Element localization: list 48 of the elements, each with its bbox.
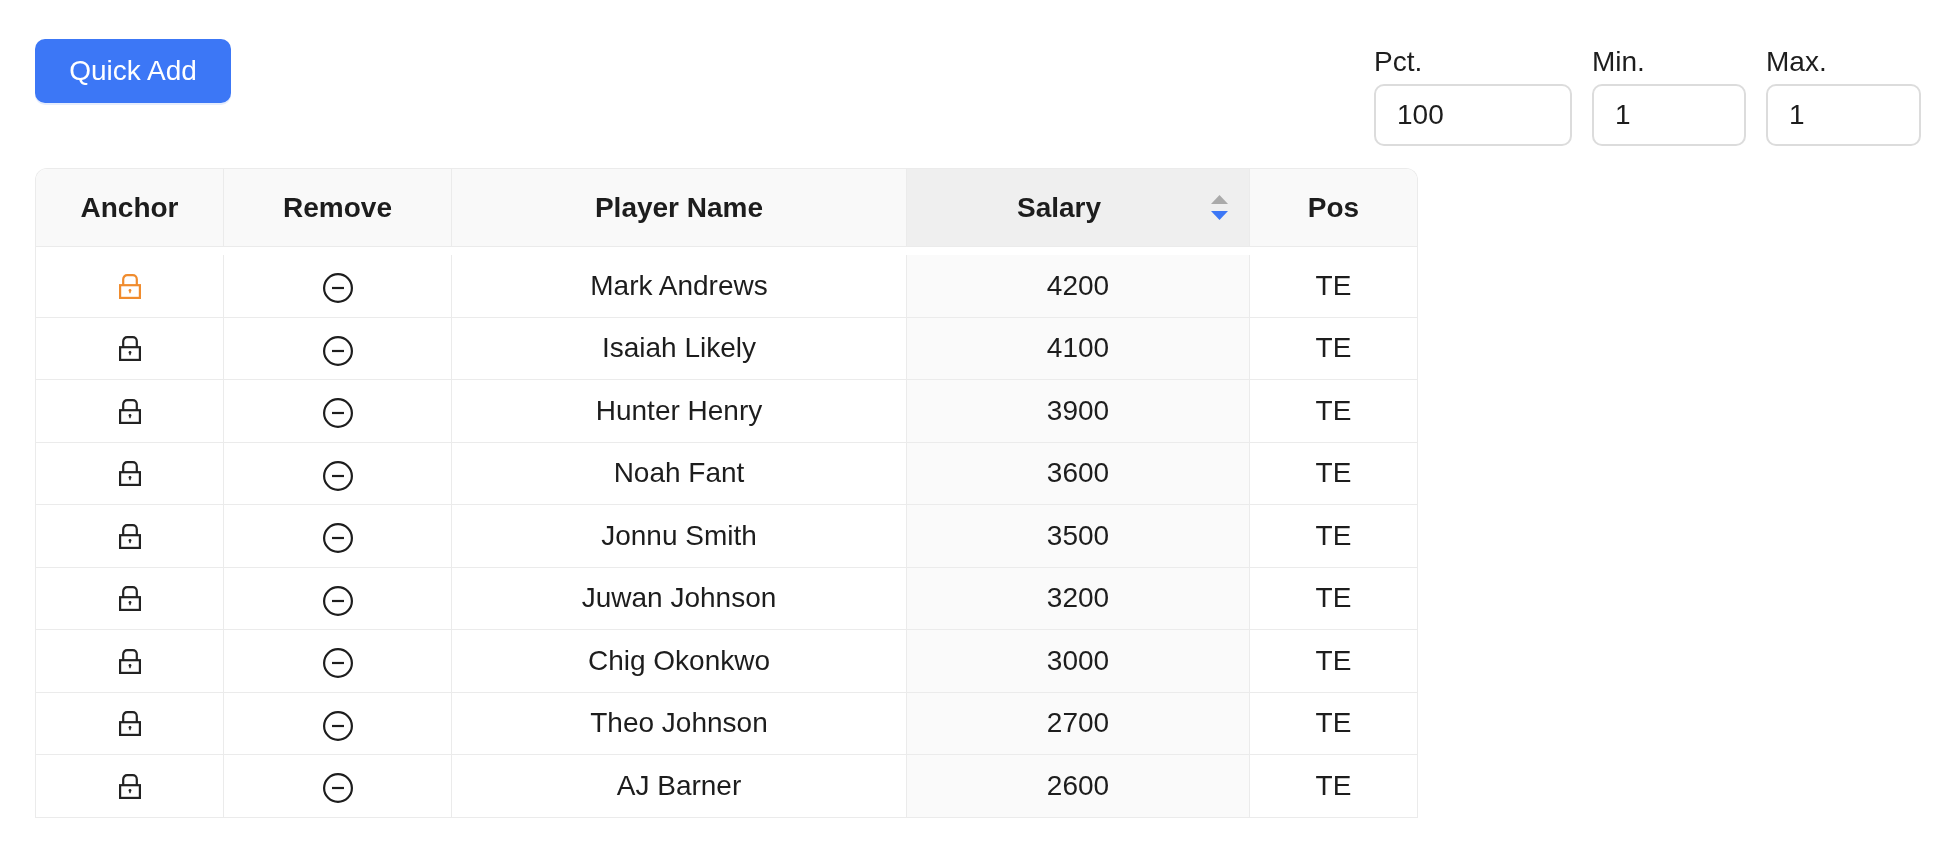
lock-icon[interactable]	[118, 772, 141, 799]
lock-icon[interactable]	[118, 585, 141, 612]
minus-circle-icon[interactable]	[322, 773, 353, 804]
table-cell: 4200	[906, 255, 1249, 317]
table-cell: TE	[1249, 505, 1417, 567]
number-input[interactable]: 1	[1592, 84, 1746, 146]
column-header[interactable]: Anchor	[36, 169, 223, 246]
table-cell: TE	[1249, 317, 1417, 379]
table-cell: TE	[1249, 567, 1417, 629]
table-cell: 3000	[906, 630, 1249, 692]
minus-circle-icon[interactable]	[322, 585, 353, 616]
table-cell: 3600	[906, 442, 1249, 504]
column-header[interactable]: Player Name	[451, 169, 906, 246]
column-header[interactable]: Salary	[906, 169, 1249, 246]
table-cell: 2700	[906, 692, 1249, 754]
table-cell: TE	[1249, 442, 1417, 504]
column-header[interactable]: Pos	[1249, 169, 1417, 246]
table-cell: TE	[1249, 692, 1417, 754]
table-cell: 2600	[906, 755, 1249, 817]
sort-icon[interactable]	[1211, 195, 1228, 220]
table-cell: 3500	[906, 505, 1249, 567]
field-label: Min.	[1592, 45, 1645, 79]
minus-circle-icon[interactable]	[322, 398, 353, 429]
number-input[interactable]: 100	[1374, 84, 1572, 146]
minus-circle-icon[interactable]	[322, 648, 353, 679]
number-input[interactable]: 1	[1766, 84, 1921, 146]
minus-circle-icon[interactable]	[322, 710, 353, 741]
lock-icon[interactable]	[118, 335, 141, 362]
table-cell: 3200	[906, 567, 1249, 629]
lock-icon[interactable]	[118, 647, 141, 674]
lock-icon[interactable]	[118, 460, 141, 487]
table-cell: TE	[1249, 255, 1417, 317]
column-header[interactable]: Remove	[223, 169, 451, 246]
field-label: Max.	[1766, 45, 1827, 79]
lock-icon[interactable]	[118, 522, 141, 549]
lock-icon[interactable]	[118, 710, 141, 737]
minus-circle-icon[interactable]	[322, 335, 353, 366]
minus-circle-icon[interactable]	[322, 523, 353, 554]
quick-add-button[interactable]: Quick Add	[35, 39, 231, 103]
table-cell: 4100	[906, 317, 1249, 379]
minus-circle-icon[interactable]	[322, 460, 353, 491]
table-cell: TE	[1249, 755, 1417, 817]
field-label: Pct.	[1374, 45, 1423, 79]
minus-circle-icon[interactable]	[322, 273, 353, 304]
table-cell: TE	[1249, 630, 1417, 692]
table-cell: TE	[1249, 380, 1417, 442]
lock-icon[interactable]	[118, 397, 141, 424]
table-cell: 3900	[906, 380, 1249, 442]
